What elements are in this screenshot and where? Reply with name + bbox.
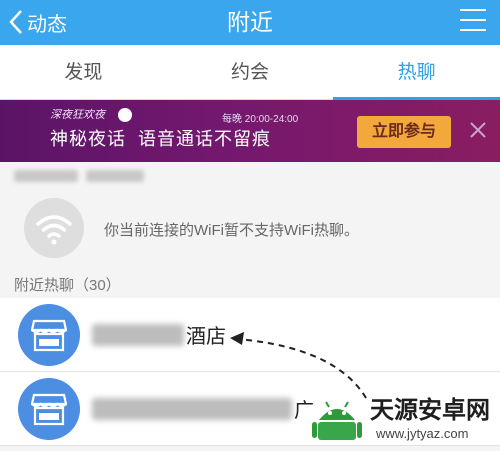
- tab-discover[interactable]: 发现: [0, 45, 167, 99]
- banner-headline-b: 语音通话不留痕: [138, 129, 271, 149]
- banner-time: 每晚 20:00-24:00: [222, 114, 299, 125]
- watermark: 天源安卓网 www.jytyaz.com: [310, 384, 500, 451]
- nearby-section-label: 附近热聊（30）: [14, 277, 121, 294]
- banner-headline-a: 神秘夜话: [50, 129, 126, 149]
- wifi-notice-text: 你当前连接的WiFi暂不支持WiFi热聊。: [104, 222, 359, 239]
- menu-icon[interactable]: [460, 9, 486, 35]
- header-bar: 动态 附近: [0, 0, 500, 45]
- watermark-url: www.jytyaz.com: [376, 426, 469, 441]
- close-icon[interactable]: [466, 118, 490, 142]
- page-title: 附近: [227, 9, 273, 35]
- promo-banner[interactable]: 深夜狂欢夜 每晚 20:00-24:00 神秘夜话 语音通话不留痕 立即参与: [0, 100, 500, 162]
- banner-logo: 深夜狂欢夜: [50, 109, 105, 121]
- blurred-name: [92, 324, 184, 346]
- wifi-icon: [24, 198, 84, 258]
- shop-icon: [18, 304, 80, 366]
- list-item-name: 酒店: [186, 326, 226, 348]
- tab-date[interactable]: 约会: [167, 45, 334, 99]
- shop-icon: [18, 378, 80, 440]
- android-logo-icon: [312, 401, 362, 440]
- blurred-wifi-name: [14, 170, 154, 186]
- watermark-title: 天源安卓网: [370, 397, 490, 424]
- tab-hot-chat[interactable]: 热聊: [333, 45, 500, 100]
- join-button[interactable]: 立即参与: [357, 116, 451, 148]
- tab-bar: 发现 约会 热聊: [0, 45, 500, 100]
- moon-icon: [118, 108, 132, 122]
- wifi-notice: 你当前连接的WiFi暂不支持WiFi热聊。: [0, 190, 500, 268]
- banner-headline: 神秘夜话 语音通话不留痕: [50, 125, 271, 151]
